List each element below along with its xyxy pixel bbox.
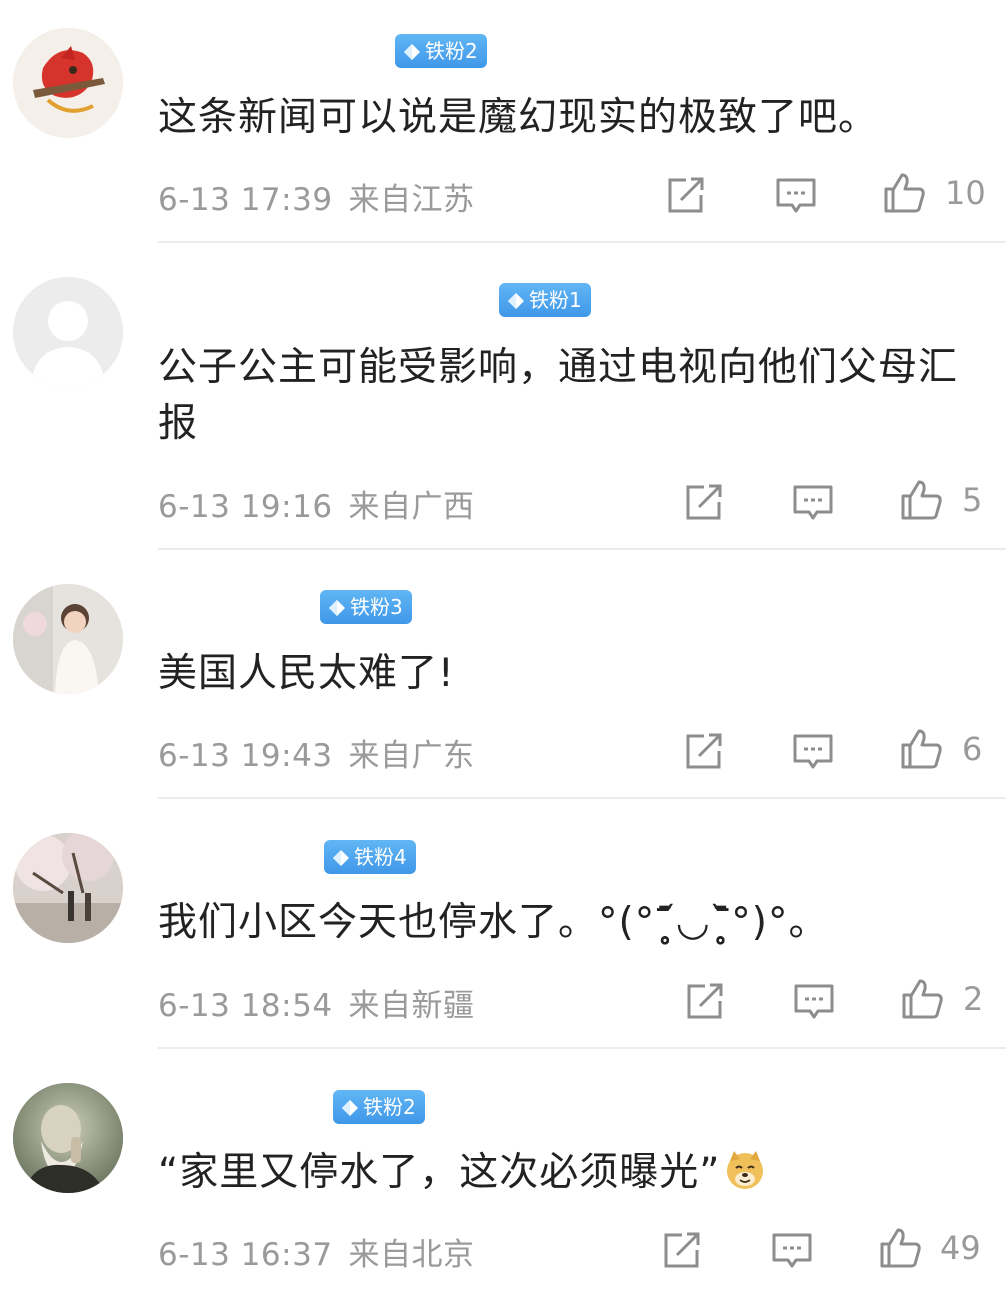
share-icon[interactable] [660, 1228, 704, 1272]
darwin-portrait-avatar-icon [13, 1083, 123, 1193]
comment-location: 来自北京 [348, 1237, 475, 1273]
comment-text-content: “家里又停水了，这次必须曝光” [158, 1150, 721, 1195]
comment-item: 铁粉2 “家里又停水了，这次必须曝光” 6-13 16:37 来自北京 49 [0, 0, 1006, 1294]
like-icon[interactable] [878, 1225, 922, 1269]
like-count: 49 [940, 1229, 981, 1267]
badge-label: 铁粉2 [363, 1095, 416, 1119]
doge-emoji-icon [727, 1151, 764, 1189]
fan-level-badge: 铁粉2 [333, 1090, 425, 1124]
comment-meta: 6-13 16:37 来自北京 [158, 1229, 475, 1274]
user-avatar[interactable] [13, 1083, 123, 1193]
comment-list-screen: { "colors": { "badge": "#4aa3ee", "meta_… [0, 0, 1006, 1294]
comment-time: 6-13 16:37 [158, 1237, 333, 1273]
comment-icon[interactable] [770, 1228, 814, 1272]
comment-text: “家里又停水了，这次必须曝光” [158, 1145, 988, 1201]
diamond-icon [342, 1100, 358, 1116]
